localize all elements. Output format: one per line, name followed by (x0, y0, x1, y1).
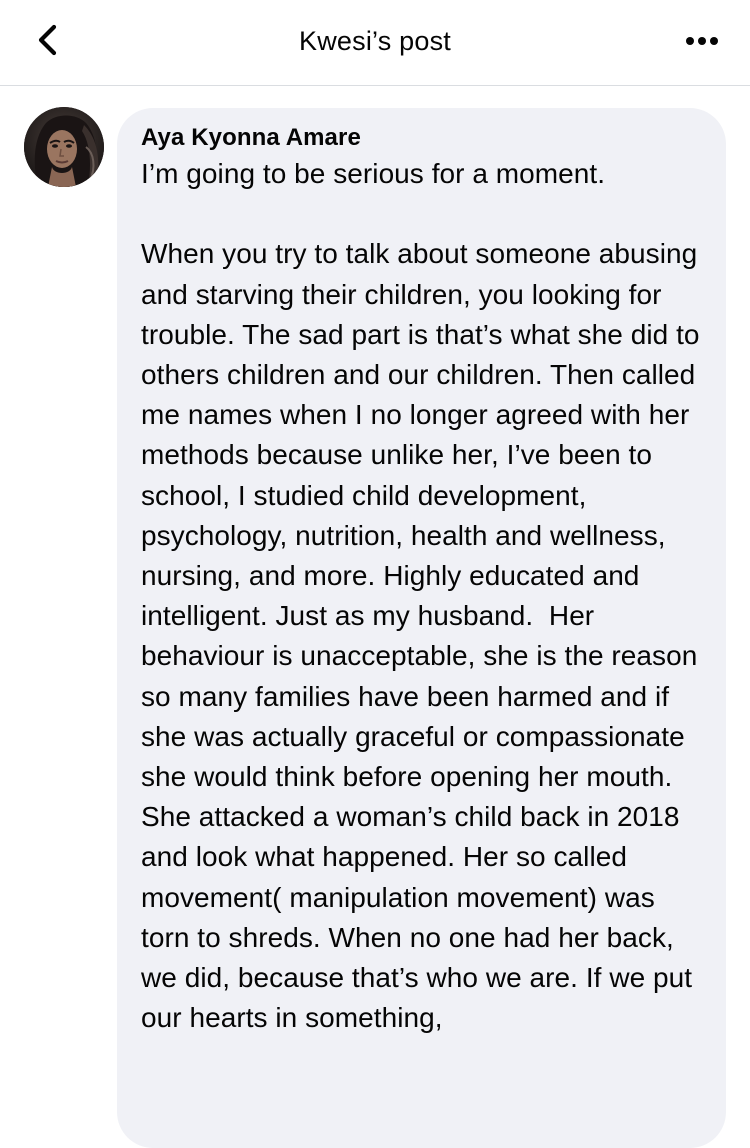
ellipsis-icon (686, 37, 718, 45)
page-title: Kwesi’s post (299, 26, 451, 56)
comment-bubble[interactable]: Aya Kyonna Amare I’m going to be serious… (117, 108, 726, 1148)
top-navigation-bar: Kwesi’s post (0, 0, 750, 86)
more-options-button[interactable] (682, 26, 722, 56)
profile-photo (24, 107, 104, 187)
comment-text: I’m going to be serious for a moment. Wh… (141, 158, 700, 1034)
comment-author-name[interactable]: Aya Kyonna Amare (141, 122, 702, 154)
avatar[interactable] (24, 107, 104, 187)
